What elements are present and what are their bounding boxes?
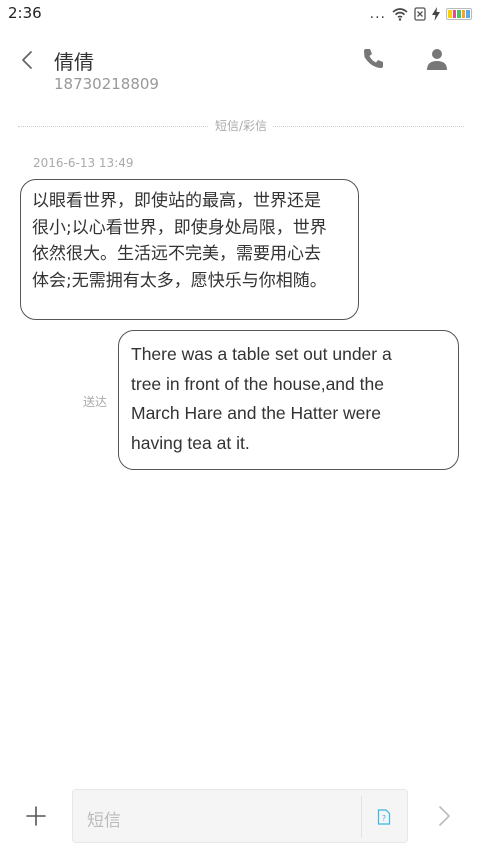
status-time: 2:36 xyxy=(8,4,42,22)
message-composer: 短信 ? xyxy=(0,786,480,846)
status-bar: 2:36 ... xyxy=(0,0,480,28)
incoming-message-bubble[interactable]: 以眼看世界，即使站的最高，世界还是 很小;以心看世界，即使身处局限，世界 依然很… xyxy=(20,179,359,320)
message-line: having tea at it. xyxy=(131,432,250,453)
message-line: There was a table set out under a xyxy=(131,344,392,364)
add-attachment-icon[interactable] xyxy=(22,802,50,830)
contact-profile-icon[interactable] xyxy=(424,46,450,72)
message-type-label: 短信/彩信 xyxy=(208,118,274,134)
outgoing-message-bubble[interactable]: There was a table set out under a tree i… xyxy=(118,330,459,470)
svg-text:?: ? xyxy=(382,814,386,823)
message-line: 以眼看世界，即使站的最高，世界还是 xyxy=(32,191,321,211)
message-input[interactable]: 短信 ? xyxy=(72,789,408,843)
message-line: 体会;无需拥有太多，愿快乐与你相随。 xyxy=(32,270,327,291)
message-line: 很小;以心看世界，即使身处局限，世界 xyxy=(32,217,327,238)
input-divider xyxy=(361,796,362,838)
battery-icon xyxy=(446,8,472,20)
message-line: tree in front of the house,and the xyxy=(131,373,384,394)
message-line: 依然很大。生活远不完美，需要用心去 xyxy=(32,244,321,264)
status-icons: ... xyxy=(370,6,472,22)
more-dots-icon: ... xyxy=(369,6,386,22)
wifi-icon xyxy=(392,8,408,21)
contact-number: 18730218809 xyxy=(54,75,159,93)
phone-call-icon[interactable] xyxy=(360,46,386,72)
contact-name: 倩倩 xyxy=(54,50,94,74)
delivery-status: 送达 xyxy=(83,395,108,409)
back-arrow-icon[interactable] xyxy=(14,46,42,74)
message-timestamp: 2016-6-13 13:49 xyxy=(33,156,134,170)
charging-icon xyxy=(432,7,440,21)
message-type-divider: 短信/彩信 xyxy=(18,118,464,134)
message-line: March Hare and the Hatter were xyxy=(131,403,381,423)
no-sim-icon xyxy=(414,7,426,21)
conversation-header: 倩倩 18730218809 xyxy=(0,40,480,100)
send-arrow-icon[interactable] xyxy=(432,802,456,830)
message-input-placeholder: 短信 xyxy=(87,811,121,831)
sim-select-icon[interactable]: ? xyxy=(377,809,391,825)
